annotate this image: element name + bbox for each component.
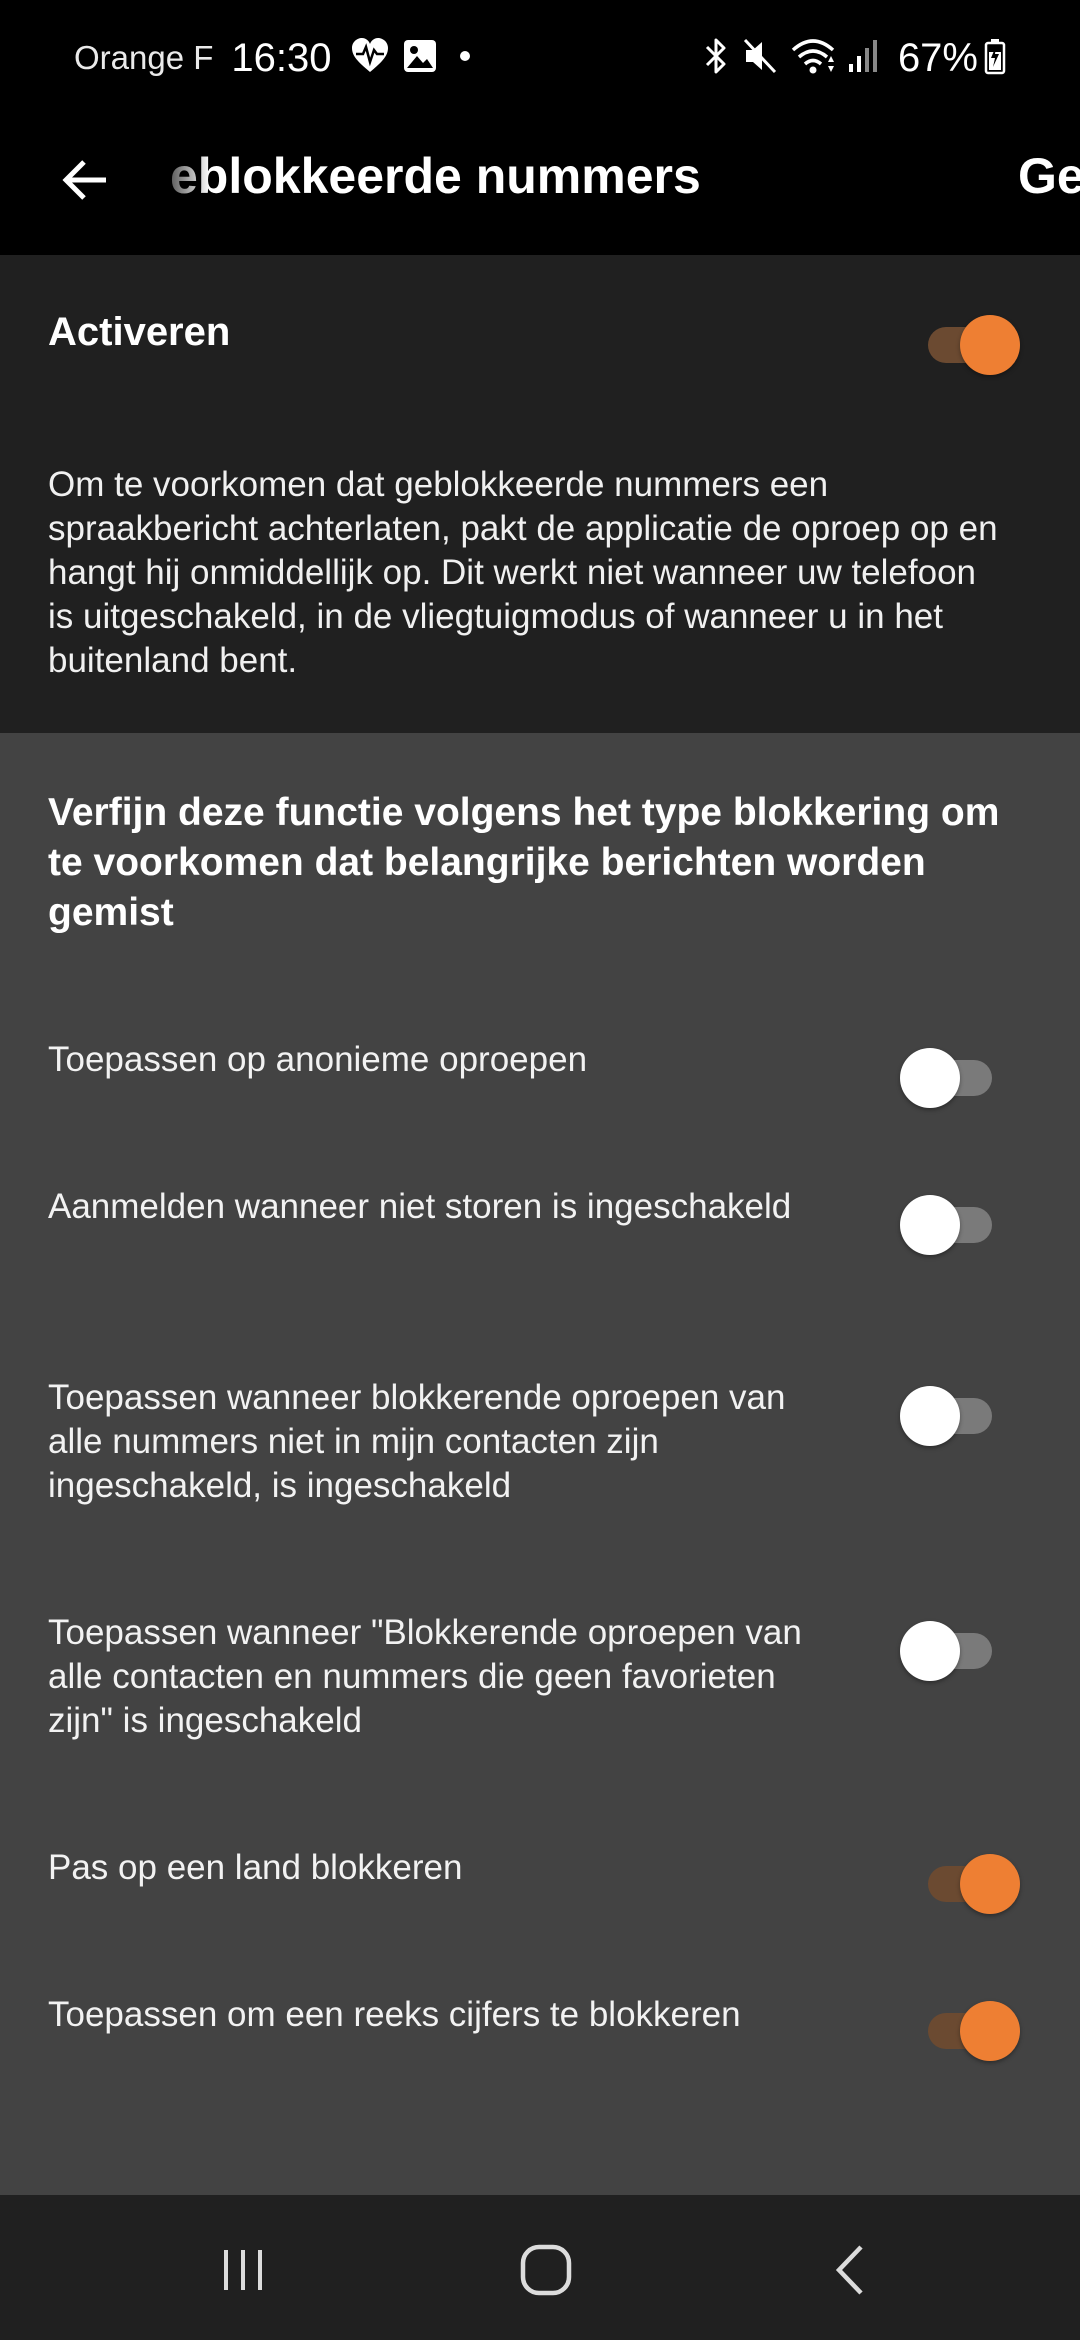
back-icon bbox=[835, 2245, 863, 2295]
option-anonymous-calls-toggle[interactable] bbox=[900, 1040, 1000, 1110]
toggle-thumb bbox=[900, 1048, 960, 1108]
dot-icon bbox=[450, 41, 480, 76]
clock: 16:30 bbox=[231, 35, 332, 80]
signal-icon bbox=[848, 36, 878, 81]
refine-section: Verfijn deze functie volgens het type bl… bbox=[0, 733, 1080, 2195]
toggle-thumb bbox=[960, 315, 1020, 375]
system-back-button[interactable] bbox=[810, 2235, 890, 2305]
activate-label: Activeren bbox=[48, 310, 231, 354]
option-non-contacts-toggle[interactable] bbox=[900, 1378, 1000, 1448]
back-button[interactable] bbox=[50, 145, 120, 215]
wifi-icon bbox=[790, 36, 836, 81]
activate-toggle[interactable] bbox=[920, 307, 1020, 377]
toggle-thumb bbox=[960, 1854, 1020, 1914]
option-country-block-label: Pas op een land blokkeren bbox=[48, 1848, 463, 1887]
recent-apps-button[interactable] bbox=[203, 2235, 283, 2305]
battery-icon bbox=[984, 36, 1006, 81]
heart-rate-icon bbox=[350, 36, 390, 81]
battery-percentage: 67% bbox=[897, 35, 978, 80]
navigation-bar bbox=[0, 2195, 1080, 2340]
toggle-thumb bbox=[900, 1195, 960, 1255]
image-icon bbox=[402, 38, 438, 79]
activate-section: Activeren Om te voorkomen dat geblokkeer… bbox=[0, 255, 1080, 733]
activate-description: Om te voorkomen dat geblokkeerde nummers… bbox=[48, 465, 998, 680]
option-non-favorites-toggle[interactable] bbox=[900, 1613, 1000, 1683]
mute-icon bbox=[742, 36, 778, 81]
toggle-thumb bbox=[900, 1386, 960, 1446]
toggle-thumb bbox=[960, 2001, 1020, 2061]
bluetooth-icon bbox=[702, 36, 730, 81]
option-non-favorites-label: Toepassen wanneer "Blokkerende oproepen … bbox=[48, 1613, 802, 1740]
status-right: 67% bbox=[702, 30, 1018, 86]
recent-apps-icon bbox=[224, 2250, 262, 2290]
page-title: eblokkeerde nummers bbox=[170, 148, 701, 204]
option-number-range-label: Toepassen om een reeks cijfers te blokke… bbox=[48, 1995, 741, 2034]
option-country-block-toggle[interactable] bbox=[920, 1846, 1020, 1916]
option-do-not-disturb-toggle[interactable] bbox=[900, 1187, 1000, 1257]
toggle-thumb bbox=[900, 1621, 960, 1681]
option-anonymous-calls-label: Toepassen op anonieme oproepen bbox=[48, 1040, 588, 1079]
arrow-left-icon bbox=[62, 160, 106, 200]
carrier-name: Orange F bbox=[74, 39, 214, 76]
app-bar: eblokkeerde nummers Ge bbox=[0, 115, 1080, 255]
option-number-range-toggle[interactable] bbox=[920, 1993, 1020, 2063]
page-title-overflow: Ge bbox=[1018, 148, 1080, 204]
option-do-not-disturb-label: Aanmelden wanneer niet storen is ingesch… bbox=[48, 1187, 792, 1226]
home-icon bbox=[520, 2244, 572, 2296]
home-button[interactable] bbox=[506, 2235, 586, 2305]
refine-heading: Verfijn deze functie volgens het type bl… bbox=[48, 791, 1000, 934]
option-non-contacts-label: Toepassen wanneer blokkerende oproepen v… bbox=[48, 1378, 786, 1505]
status-bar: Orange F 16:30 67% bbox=[0, 0, 1080, 115]
status-left: Orange F 16:30 bbox=[74, 30, 492, 86]
